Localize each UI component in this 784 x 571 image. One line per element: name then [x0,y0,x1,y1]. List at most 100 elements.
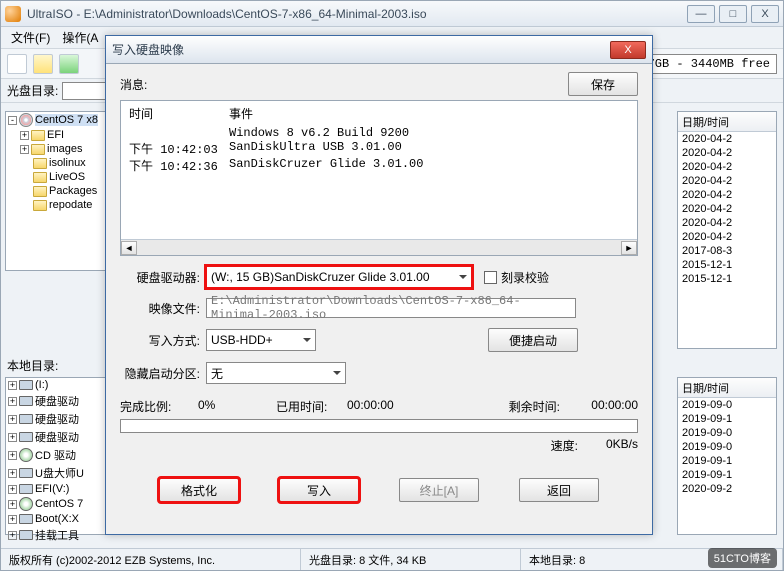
expand-icon[interactable]: + [8,381,17,390]
dialog-title: 写入硬盘映像 [112,41,610,58]
list-item[interactable]: 2015-12-1 [678,272,776,286]
menu-action[interactable]: 操作(A [58,27,102,48]
list-item[interactable]: 2019-09-1 [678,454,776,468]
expand-icon[interactable]: + [8,433,17,442]
expand-icon[interactable]: + [8,451,17,460]
column-header-date[interactable]: 日期/时间 [678,112,776,132]
speed-value: 0KB/s [578,437,638,454]
log-row: Windows 8 v6.2 Build 9200 [129,126,629,140]
drive-icon [19,484,33,494]
cd-file-list[interactable]: 日期/时间 2020-04-2 2020-04-2 2020-04-2 2020… [677,111,777,349]
maximize-button[interactable]: □ [719,5,747,23]
tree-item[interactable]: Packages [6,184,114,198]
verify-checkbox[interactable] [484,271,497,284]
list-item[interactable]: 2020-04-2 [678,174,776,188]
tree-item[interactable]: +硬盘驱动 [6,410,114,428]
list-item[interactable]: 2019-09-0 [678,440,776,454]
back-button[interactable]: 返回 [519,478,599,502]
expand-icon[interactable]: + [8,500,17,509]
verify-label: 刻录校验 [501,269,549,286]
list-item[interactable]: 2020-04-2 [678,146,776,160]
list-item[interactable]: 2020-09-2 [678,482,776,496]
tree-item[interactable]: +images [6,142,114,156]
dialog-close-button[interactable]: X [610,41,646,59]
tree-item[interactable]: +(I:) [6,378,114,392]
drive-icon [19,414,33,424]
write-mode-select[interactable]: USB-HDD+ [206,329,316,351]
drive-icon [19,468,33,478]
tree-item[interactable]: +U盘大师U [6,464,114,482]
drive-label: 硬盘驱动器: [120,269,206,286]
watermark: 51CTO博客 [708,548,777,568]
statusbar: 版权所有 (c)2002-2012 EZB Systems, Inc. 光盘目录… [1,548,783,570]
tree-item[interactable]: +CentOS 7 [6,496,114,512]
easyboot-button[interactable]: 便捷启动 [488,328,578,352]
save-button[interactable]: 保存 [568,72,638,96]
list-item[interactable]: 2017-08-3 [678,244,776,258]
remain-label: 剩余时间: [509,398,560,415]
expand-icon[interactable]: + [8,469,17,478]
tree-item[interactable]: +挂载工具 [6,526,114,544]
folder-icon [33,200,47,211]
drive-icon [19,396,33,406]
drive-icon [19,514,33,524]
local-file-list[interactable]: 日期/时间 2019-09-0 2019-09-1 2019-09-0 2019… [677,377,777,535]
cd-tree[interactable]: - CentOS 7 x8 +EFI +images isolinux Live… [5,111,115,271]
tree-item[interactable]: +EFI(V:) [6,482,114,496]
tree-item[interactable]: +硬盘驱动 [6,392,114,410]
hidden-boot-label: 隐藏启动分区: [120,365,206,382]
format-button[interactable]: 格式化 [159,478,239,502]
image-file-field[interactable]: E:\Administrator\Downloads\CentOS-7-x86_… [206,298,576,318]
log-box[interactable]: 时间 事件 Windows 8 v6.2 Build 9200 下午 10:42… [120,100,638,256]
list-item[interactable]: 2020-04-2 [678,188,776,202]
list-item[interactable]: 2019-09-0 [678,426,776,440]
tree-item[interactable]: +CD 驱动 [6,446,114,464]
expand-icon[interactable]: + [8,485,17,494]
write-button[interactable]: 写入 [279,478,359,502]
list-item[interactable]: 2020-04-2 [678,160,776,174]
list-item[interactable]: 2020-04-2 [678,132,776,146]
elapsed-label: 已用时间: [276,398,327,415]
done-value: 0% [198,398,268,415]
column-header-date[interactable]: 日期/时间 [678,378,776,398]
write-mode-value: USB-HDD+ [211,333,273,347]
list-item[interactable]: 2019-09-0 [678,398,776,412]
titlebar: UltraISO - E:\Administrator\Downloads\Ce… [1,1,783,27]
list-item[interactable]: 2020-04-2 [678,216,776,230]
list-item[interactable]: 2020-04-2 [678,202,776,216]
tree-root[interactable]: - CentOS 7 x8 [6,112,114,128]
local-tree[interactable]: +(I:) +硬盘驱动 +硬盘驱动 +硬盘驱动 +CD 驱动 +U盘大师U +E… [5,377,115,535]
close-button[interactable]: X [751,5,779,23]
log-scrollbar[interactable]: ◄ ► [121,239,637,255]
menu-file[interactable]: 文件(F) [7,27,54,48]
collapse-icon[interactable]: - [8,116,17,125]
list-item[interactable]: 2020-04-2 [678,230,776,244]
tree-item[interactable]: +Boot(X:X [6,512,114,526]
tree-item[interactable]: +硬盘驱动 [6,428,114,446]
drive-icon [19,530,33,540]
expand-icon[interactable]: + [8,415,17,424]
hidden-boot-select[interactable]: 无 [206,362,346,384]
tool-open-icon[interactable] [33,54,53,74]
tree-item[interactable]: isolinux [6,156,114,170]
tree-item[interactable]: LiveOS [6,170,114,184]
tree-item[interactable]: repodate [6,198,114,212]
status-cd-dir: 光盘目录: 8 文件, 34 KB [301,549,521,570]
expand-icon[interactable]: + [20,145,29,154]
scroll-left-icon[interactable]: ◄ [121,241,137,255]
drive-select[interactable]: (W:, 15 GB)SanDiskCruzer Glide 3.01.00 [206,266,472,288]
expand-icon[interactable]: + [20,131,29,140]
list-item[interactable]: 2019-09-1 [678,412,776,426]
expand-icon[interactable]: + [8,397,17,406]
minimize-button[interactable]: — [687,5,715,23]
expand-icon[interactable]: + [8,531,17,540]
scroll-right-icon[interactable]: ► [621,241,637,255]
list-item[interactable]: 2019-09-1 [678,468,776,482]
progress-bar [120,419,638,433]
tool-save-icon[interactable] [59,54,79,74]
list-item[interactable]: 2015-12-1 [678,258,776,272]
status-copyright: 版权所有 (c)2002-2012 EZB Systems, Inc. [1,549,301,570]
expand-icon[interactable]: + [8,515,17,524]
tree-item[interactable]: +EFI [6,128,114,142]
tool-new-icon[interactable] [7,54,27,74]
